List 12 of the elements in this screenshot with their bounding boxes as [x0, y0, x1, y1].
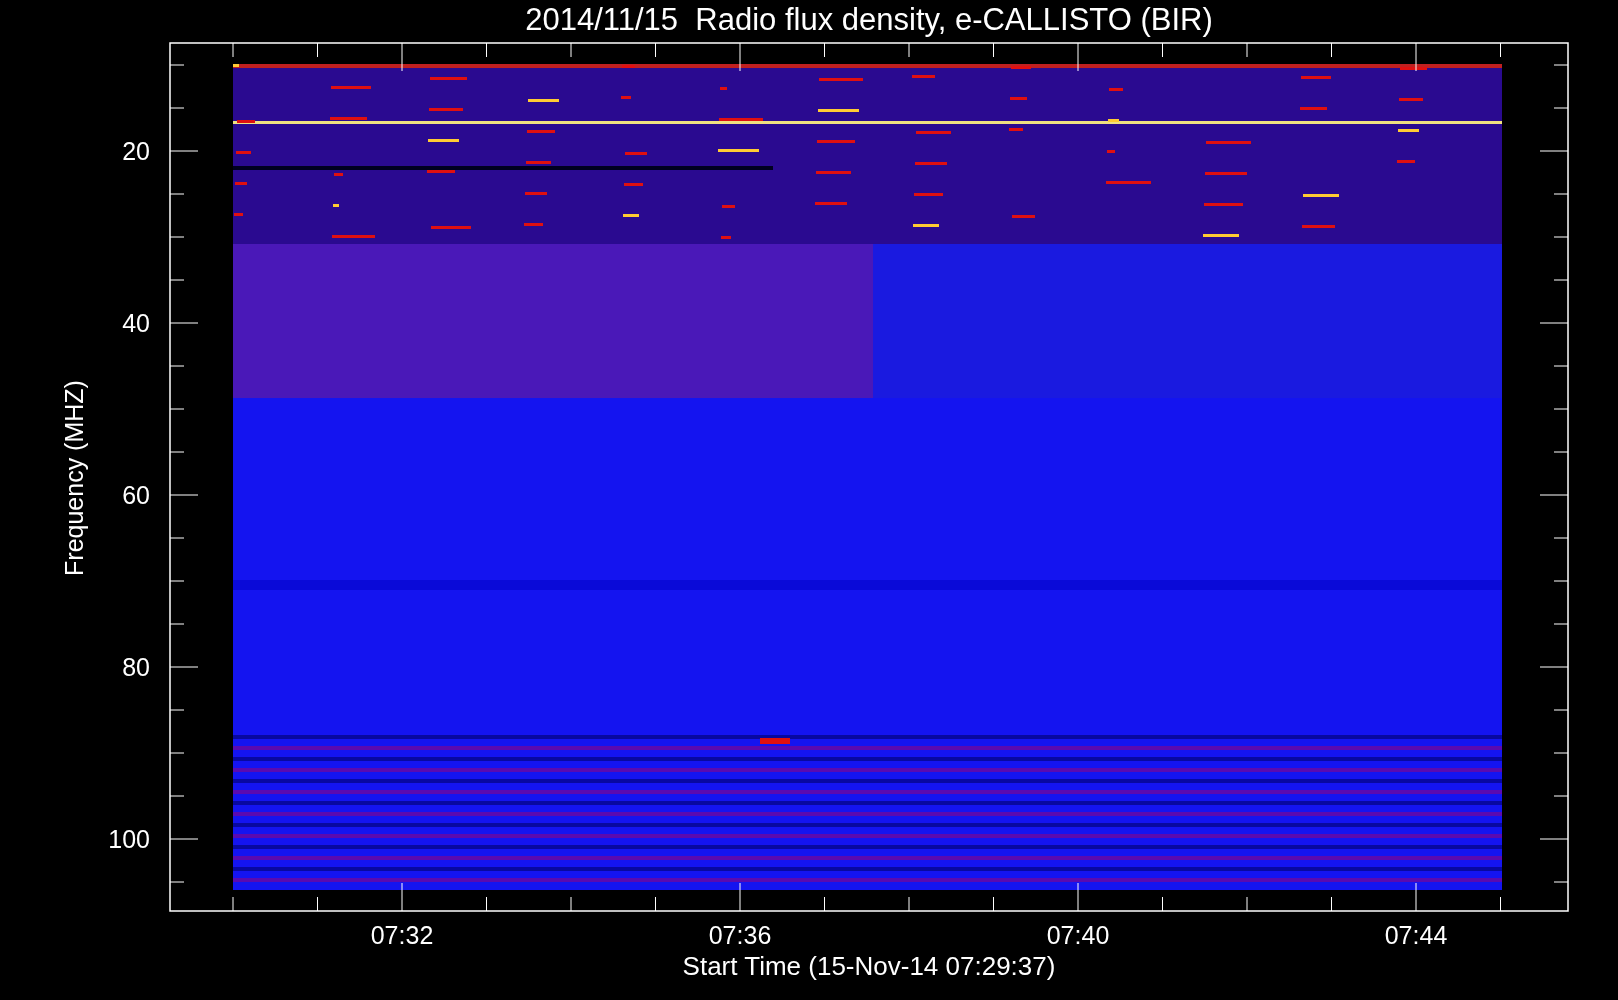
- x-tick-label: 07:32: [370, 921, 434, 949]
- y-tick-label: 20: [122, 137, 150, 165]
- x-tick-label: 07:40: [1046, 921, 1110, 949]
- y-tick-label: 40: [122, 309, 150, 337]
- y-tick-label: 100: [108, 825, 150, 853]
- x-tick-label: 07:36: [708, 921, 772, 949]
- y-tick-label: 80: [122, 653, 150, 681]
- x-tick-label: 07:44: [1384, 921, 1448, 949]
- chart-title: 2014/11/15 Radio flux density, e-CALLISTO (BIR): [525, 2, 1213, 37]
- y-axis-title: Frequency (MHZ): [60, 380, 88, 576]
- x-axis-title: Start Time (15-Nov-14 07:29:37): [682, 951, 1056, 981]
- y-tick-label: 60: [122, 481, 150, 509]
